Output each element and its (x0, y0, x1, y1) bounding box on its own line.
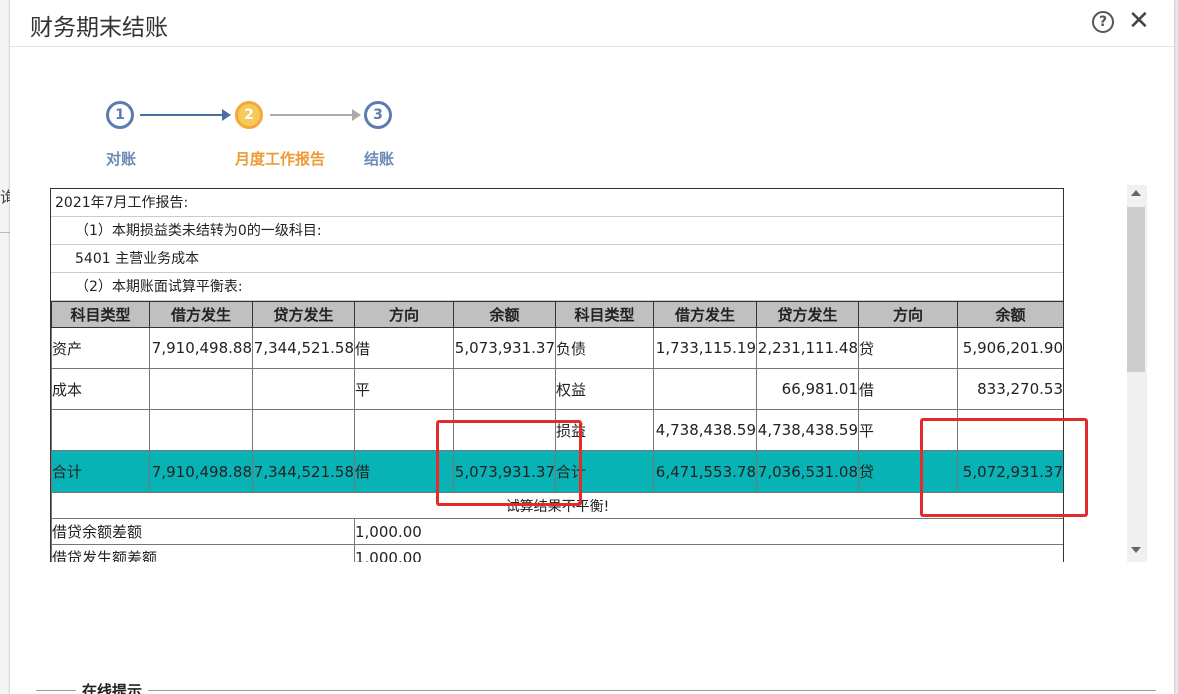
step-connector-2 (270, 114, 354, 116)
table-cell (252, 368, 355, 410)
annotation-highlight-box (920, 418, 1088, 517)
table-cell: 资产 (51, 327, 150, 369)
table-cell (149, 409, 253, 451)
table-cell: 合计 (51, 450, 150, 493)
table-cell (149, 368, 253, 410)
table-cell: 负债 (555, 327, 654, 369)
step-3-circle[interactable]: 3 (364, 101, 392, 129)
diff-value: 1,000.00 (354, 544, 1063, 562)
step-2-label[interactable]: 月度工作报告 (235, 148, 325, 169)
table-header-row: 科目类型 借方发生 贷方发生 方向 余额 科目类型 借方发生 贷方发生 方向 余… (51, 301, 1063, 328)
online-tip-label: 在线提示 (76, 680, 149, 694)
column-header: 科目类型 (555, 301, 654, 328)
step-3-label[interactable]: 结账 (364, 148, 394, 169)
dialog-header: 财务期末结账 ? ✕ (10, 0, 1174, 47)
scroll-down-arrow-icon[interactable] (1131, 547, 1141, 553)
background-text: 询 (0, 188, 10, 207)
table-cell: 6,471,553.78 (653, 450, 757, 493)
table-cell: 4,738,438.59 (756, 409, 859, 451)
arrow-right-icon (222, 109, 231, 121)
column-header: 方向 (858, 301, 958, 328)
online-tip-divider (36, 690, 1156, 691)
table-cell (653, 368, 757, 410)
table-cell: 成本 (51, 368, 150, 410)
report-section-2: （2）本期账面试算平衡表: (51, 273, 1063, 301)
table-cell: 借 (354, 327, 454, 369)
table-row: 借贷余额差额 1,000.00 (51, 518, 1063, 545)
diff-value: 1,000.00 (354, 518, 1063, 545)
table-cell: 7,036,531.08 (756, 450, 859, 493)
table-cell: 7,910,498.88 (149, 327, 253, 369)
table-cell: 2,231,111.48 (756, 327, 859, 369)
scrollbar-thumb[interactable] (1127, 207, 1145, 372)
arrow-right-icon (352, 109, 361, 121)
table-cell: 5,073,931.37 (453, 327, 556, 369)
help-icon[interactable]: ? (1092, 11, 1114, 33)
column-header: 借方发生 (653, 301, 757, 328)
diff-label: 借贷发生额差额 (51, 544, 355, 562)
table-cell: 4,738,438.59 (653, 409, 757, 451)
table-row: 资产 7,910,498.88 7,344,521.58 借 5,073,931… (51, 327, 1063, 369)
table-cell: 1,733,115.19 (653, 327, 757, 369)
column-header: 贷方发生 (756, 301, 859, 328)
table-cell: 7,344,521.58 (252, 450, 355, 493)
table-cell (51, 409, 150, 451)
table-cell: 7,910,498.88 (149, 450, 253, 493)
scroll-up-arrow-icon[interactable] (1131, 190, 1141, 196)
table-cell: 66,981.01 (756, 368, 859, 410)
column-header: 贷方发生 (252, 301, 355, 328)
table-row: 借贷发生额差额 1,000.00 (51, 544, 1063, 562)
table-cell: 833,270.53 (957, 368, 1063, 410)
step-2-circle[interactable]: 2 (235, 101, 263, 129)
table-cell (453, 368, 556, 410)
period-close-dialog: 财务期末结账 ? ✕ 1 2 3 对账 月度工作报告 结账 2021年7月工作报… (10, 0, 1174, 694)
close-icon[interactable]: ✕ (1128, 6, 1150, 36)
column-header: 科目类型 (51, 301, 150, 328)
column-header: 借方发生 (149, 301, 253, 328)
table-cell: 贷 (858, 327, 958, 369)
column-header: 方向 (354, 301, 454, 328)
report-section-1: （1）本期损益类未结转为0的一级科目: (51, 217, 1063, 245)
step-1-circle[interactable]: 1 (106, 101, 134, 129)
table-row: 成本 平 权益 66,981.01 借 833,270.53 (51, 368, 1063, 410)
column-header: 余额 (453, 301, 556, 328)
table-cell: 权益 (555, 368, 654, 410)
diff-label: 借贷余额差额 (51, 518, 355, 545)
table-cell: 5,906,201.90 (957, 327, 1063, 369)
step-1-label[interactable]: 对账 (106, 148, 136, 169)
table-cell: 平 (354, 368, 454, 410)
dialog-title: 财务期末结账 (30, 15, 168, 41)
annotation-highlight-box (436, 420, 582, 506)
report-unclosed-account: 5401 主营业务成本 (51, 245, 1063, 273)
table-cell: 7,344,521.58 (252, 327, 355, 369)
step-connector-1 (140, 114, 224, 116)
table-cell: 借 (858, 368, 958, 410)
table-cell (252, 409, 355, 451)
report-heading: 2021年7月工作报告: (51, 189, 1063, 217)
column-header: 余额 (957, 301, 1063, 328)
